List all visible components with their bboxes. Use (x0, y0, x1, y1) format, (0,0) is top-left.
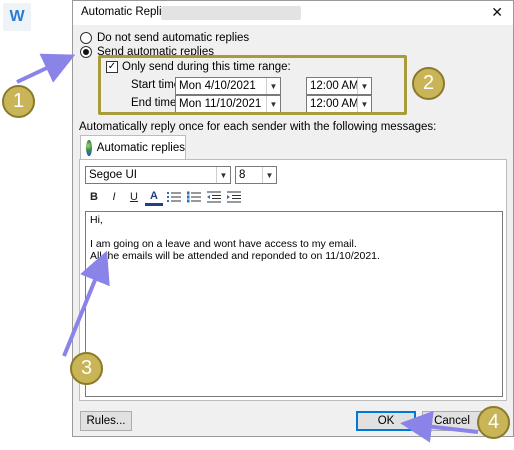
increase-indent-icon[interactable] (225, 188, 243, 206)
radio-button-off[interactable] (80, 32, 92, 44)
bullet-list-icon[interactable] (165, 188, 183, 206)
message-line: I am going on a leave and wont have acce… (90, 238, 357, 250)
font-color-button[interactable]: A (145, 188, 163, 206)
message-line: All the emails will be attended and repo… (90, 250, 380, 262)
redacted-account-name (161, 6, 301, 20)
tab-automatic-replies[interactable]: Automatic replies (80, 135, 186, 159)
reply-once-label: Automatically reply once for each sender… (79, 121, 437, 133)
callout-badge-3: 3 (70, 352, 103, 385)
app-logo-icon: W (3, 3, 31, 31)
title-bar: Automatic Replies - ✕ (73, 1, 513, 25)
italic-button[interactable]: I (105, 188, 123, 206)
arrow-1 (16, 53, 76, 84)
callout-badge-2: 2 (412, 67, 445, 100)
chevron-down-icon[interactable]: ▼ (262, 167, 276, 183)
close-icon[interactable]: ✕ (491, 4, 503, 21)
callout-badge-1: 1 (2, 85, 35, 118)
numbered-list-icon[interactable] (185, 188, 203, 206)
underline-button[interactable]: U (125, 188, 143, 206)
font-name-value: Segoe UI (89, 169, 137, 181)
decrease-indent-icon[interactable] (205, 188, 223, 206)
font-size-value: 8 (239, 169, 246, 181)
time-range-highlight-box (98, 55, 407, 115)
radio-button-on[interactable] (80, 46, 92, 58)
message-editor[interactable]: Hi, I am going on a leave and wont have … (85, 211, 503, 397)
message-line: Hi, (90, 214, 103, 226)
globe-icon (86, 139, 92, 156)
automatic-replies-dialog: Automatic Replies - ✕ Do not send automa… (72, 0, 514, 437)
formatting-toolbar: B I U A (85, 188, 243, 206)
app-logo-letter: W (9, 8, 25, 25)
font-size-combo[interactable]: 8 ▼ (235, 166, 277, 184)
chevron-down-icon[interactable]: ▼ (216, 167, 230, 183)
rules-button[interactable]: Rules... (80, 411, 132, 431)
cancel-button[interactable]: Cancel (422, 411, 482, 431)
radio-do-not-send-label: Do not send automatic replies (97, 32, 250, 44)
ok-button[interactable]: OK (356, 411, 416, 431)
font-name-combo[interactable]: Segoe UI ▼ (85, 166, 231, 184)
bold-button[interactable]: B (85, 188, 103, 206)
callout-badge-4: 4 (477, 406, 510, 439)
radio-do-not-send[interactable]: Do not send automatic replies (80, 32, 249, 44)
message-line (90, 226, 498, 238)
tab-automatic-replies-label: Automatic replies (96, 141, 185, 154)
